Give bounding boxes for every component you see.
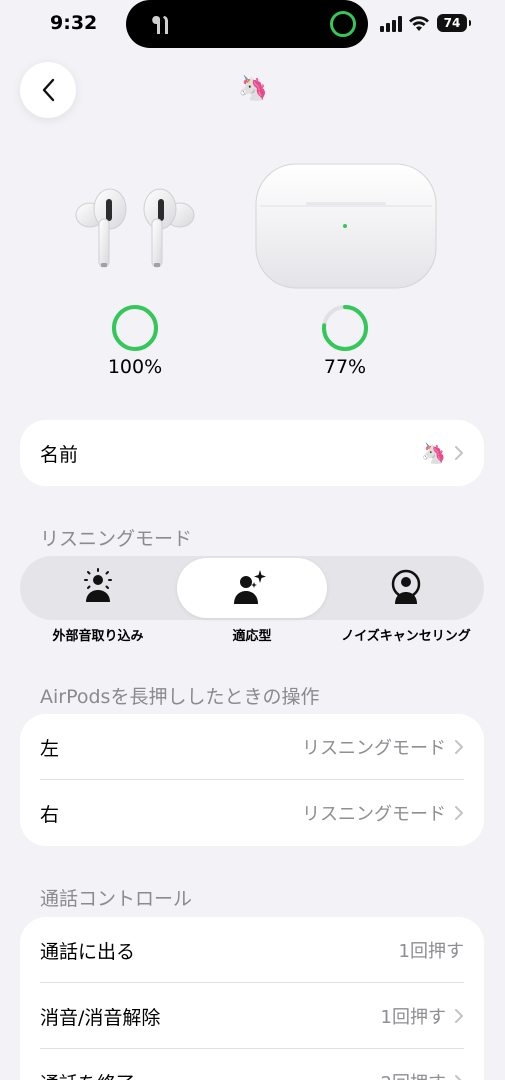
call-answer-label: 通話に出る	[40, 940, 136, 963]
noise-cancellation-label: ノイズキャンセリング	[341, 629, 471, 644]
call-controls-title: 通話コントロール	[40, 888, 193, 910]
status-time: 9:32	[50, 12, 98, 34]
press-hold-card: 左 リスニングモード 右 リスニングモード	[20, 714, 484, 846]
call-end-label: 通話を終了	[40, 1069, 381, 1080]
chevron-right-icon	[455, 740, 463, 754]
device-emoji: 🦄	[238, 74, 268, 102]
dynamic-island[interactable]	[126, 0, 368, 48]
name-label: 名前	[40, 443, 79, 466]
airpods-buds-image	[75, 188, 195, 268]
transparency-label: 外部音取り込み	[52, 629, 144, 644]
status-bar: 9:32 74	[0, 0, 505, 50]
press-hold-left-value: リスニングモード	[302, 738, 446, 759]
name-value: 🦄	[421, 441, 446, 465]
listening-mode-control	[20, 556, 484, 620]
press-hold-right-value: リスニングモード	[302, 804, 446, 825]
listening-mode-title: リスニングモード	[40, 528, 193, 550]
airpods-case-image	[255, 163, 437, 289]
call-answer-value: 1回押す	[398, 941, 464, 962]
call-mute-row[interactable]: 消音/消音解除 1回押す	[20, 983, 484, 1049]
name-card: 名前 🦄	[20, 420, 484, 486]
chevron-right-icon	[455, 1075, 462, 1080]
call-mute-value: 1回押す	[380, 1007, 446, 1028]
call-mute-label: 消音/消音解除	[40, 1006, 161, 1029]
press-hold-right-label: 右	[40, 803, 60, 826]
case-battery-percent: 77%	[323, 356, 367, 378]
press-hold-left-row[interactable]: 左 リスニングモード	[20, 714, 484, 780]
battery-ring-icon	[330, 11, 356, 37]
back-button[interactable]	[20, 62, 76, 118]
press-hold-left-label: 左	[40, 737, 60, 760]
airpod-icon	[152, 16, 168, 34]
case-battery-ring	[322, 305, 368, 351]
transparency-icon[interactable]	[80, 568, 116, 608]
wifi-icon	[409, 16, 429, 31]
cellular-signal-icon	[380, 16, 402, 32]
chevron-right-icon	[455, 446, 463, 460]
chevron-right-icon	[455, 806, 463, 820]
call-answer-row[interactable]: 通話に出る 1回押す	[20, 917, 484, 983]
noise-cancellation-icon[interactable]	[388, 568, 424, 608]
buds-battery-ring	[112, 305, 158, 351]
adaptive-icon[interactable]	[232, 568, 268, 608]
battery-indicator: 74	[437, 14, 471, 32]
call-controls-card: 通話に出る 1回押す 消音/消音解除 1回押す 通話を終了 2回押す	[20, 917, 484, 1080]
adaptive-label: 適応型	[232, 629, 272, 644]
call-end-value: 2回押す	[381, 1069, 446, 1080]
chevron-left-icon	[42, 78, 55, 102]
press-hold-right-row[interactable]: 右 リスニングモード	[20, 780, 484, 846]
press-hold-title: AirPodsを長押ししたときの操作	[40, 686, 320, 708]
chevron-right-icon	[455, 1009, 463, 1023]
call-end-row[interactable]: 通話を終了 2回押す	[20, 1049, 484, 1080]
buds-battery-percent: 100%	[107, 356, 163, 378]
name-row[interactable]: 名前 🦄	[20, 420, 484, 486]
